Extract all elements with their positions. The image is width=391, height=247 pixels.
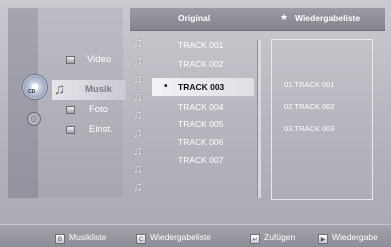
play-button[interactable]: ▶ Wiedergabe <box>318 230 378 244</box>
play-label: Wiedergabe <box>332 232 378 242</box>
menu-item-label: Foto <box>89 104 109 115</box>
add-label: Zufügen <box>264 232 296 242</box>
track-item[interactable]: TRACK 002 <box>152 55 254 73</box>
list-header: Original ★ Wiedergabeliste <box>130 8 385 31</box>
globe-icon: ◎ <box>27 112 41 126</box>
cd-label: CD <box>28 89 36 95</box>
menu-item-label: Video <box>87 54 112 65</box>
music-file-icon: ♫ <box>133 71 143 86</box>
selected-marker: • <box>164 81 168 92</box>
add-button[interactable]: ↵ Zufügen <box>250 230 295 244</box>
track-label: TRACK 003 <box>178 82 225 92</box>
music-file-icon: ♫ <box>133 89 143 104</box>
track-item[interactable]: TRACK 006 <box>152 133 254 151</box>
menu-item-label: Einst. <box>89 124 113 135</box>
music-file-icon: ♫ <box>133 125 143 140</box>
music-note-icon: ♫ <box>54 81 66 98</box>
track-item[interactable]: TRACK 007 <box>152 151 254 169</box>
music-file-icon: ♫ <box>133 107 143 122</box>
music-file-icon: ♫ <box>133 179 143 194</box>
c-key-icon: C <box>136 234 146 244</box>
video-icon <box>66 56 75 64</box>
music-file-icon: ♫ <box>133 35 143 50</box>
playlist-label: Wiedergabeliste <box>150 232 211 242</box>
music-list-label: Musikliste <box>69 232 107 242</box>
photo-icon <box>66 106 75 114</box>
add-icon: ↵ <box>250 234 260 244</box>
cd-disc-icon <box>22 74 48 100</box>
playlist-item[interactable]: 03.TRACK 003 <box>284 124 334 133</box>
playlist-column-title: Wiedergabeliste <box>295 13 361 23</box>
menu-item-musik[interactable]: ♫ Musik <box>52 80 126 100</box>
playlist-item[interactable]: 02.TRACK 002 <box>284 102 334 111</box>
original-column-title: Original <box>178 13 211 23</box>
music-player-screen: Original ★ Wiedergabeliste CD ◎ Video ♫ … <box>0 0 391 247</box>
category-panel-accent <box>8 8 38 198</box>
music-file-icon: ♫ <box>133 53 143 68</box>
track-icon-column: ♫ ♫ ♫ ♫ ♫ ♫ ♫ ♫ ♫ <box>133 36 153 201</box>
music-file-icon: ♫ <box>133 161 143 176</box>
playlist-panel: 01.TRACK 001 02.TRACK 002 03.TRACK 003 <box>271 39 373 200</box>
play-icon: ▶ <box>318 234 328 244</box>
track-item-selected[interactable]: • TRACK 003 <box>152 78 254 96</box>
track-list-scrollbar[interactable] <box>257 40 261 198</box>
track-item[interactable]: TRACK 005 <box>152 115 254 133</box>
playlist-item[interactable]: 01.TRACK 001 <box>284 80 334 89</box>
b-key-icon: B <box>55 234 65 244</box>
music-list-button[interactable]: B Musikliste <box>55 230 106 244</box>
music-file-icon: ♫ <box>133 143 143 158</box>
star-icon: ★ <box>280 12 289 22</box>
playlist-button[interactable]: C Wiedergabeliste <box>136 230 211 244</box>
menu-item-label: Musik <box>85 84 112 95</box>
track-item[interactable]: TRACK 001 <box>152 36 254 54</box>
settings-icon <box>66 126 75 134</box>
button-guide-bar: B Musikliste C Wiedergabeliste ↵ Zufügen ▶ W… <box>0 224 391 247</box>
track-list: TRACK 001 TRACK 002 • TRACK 003 TRACK 00… <box>152 36 254 196</box>
track-item[interactable]: TRACK 004 <box>152 98 254 116</box>
